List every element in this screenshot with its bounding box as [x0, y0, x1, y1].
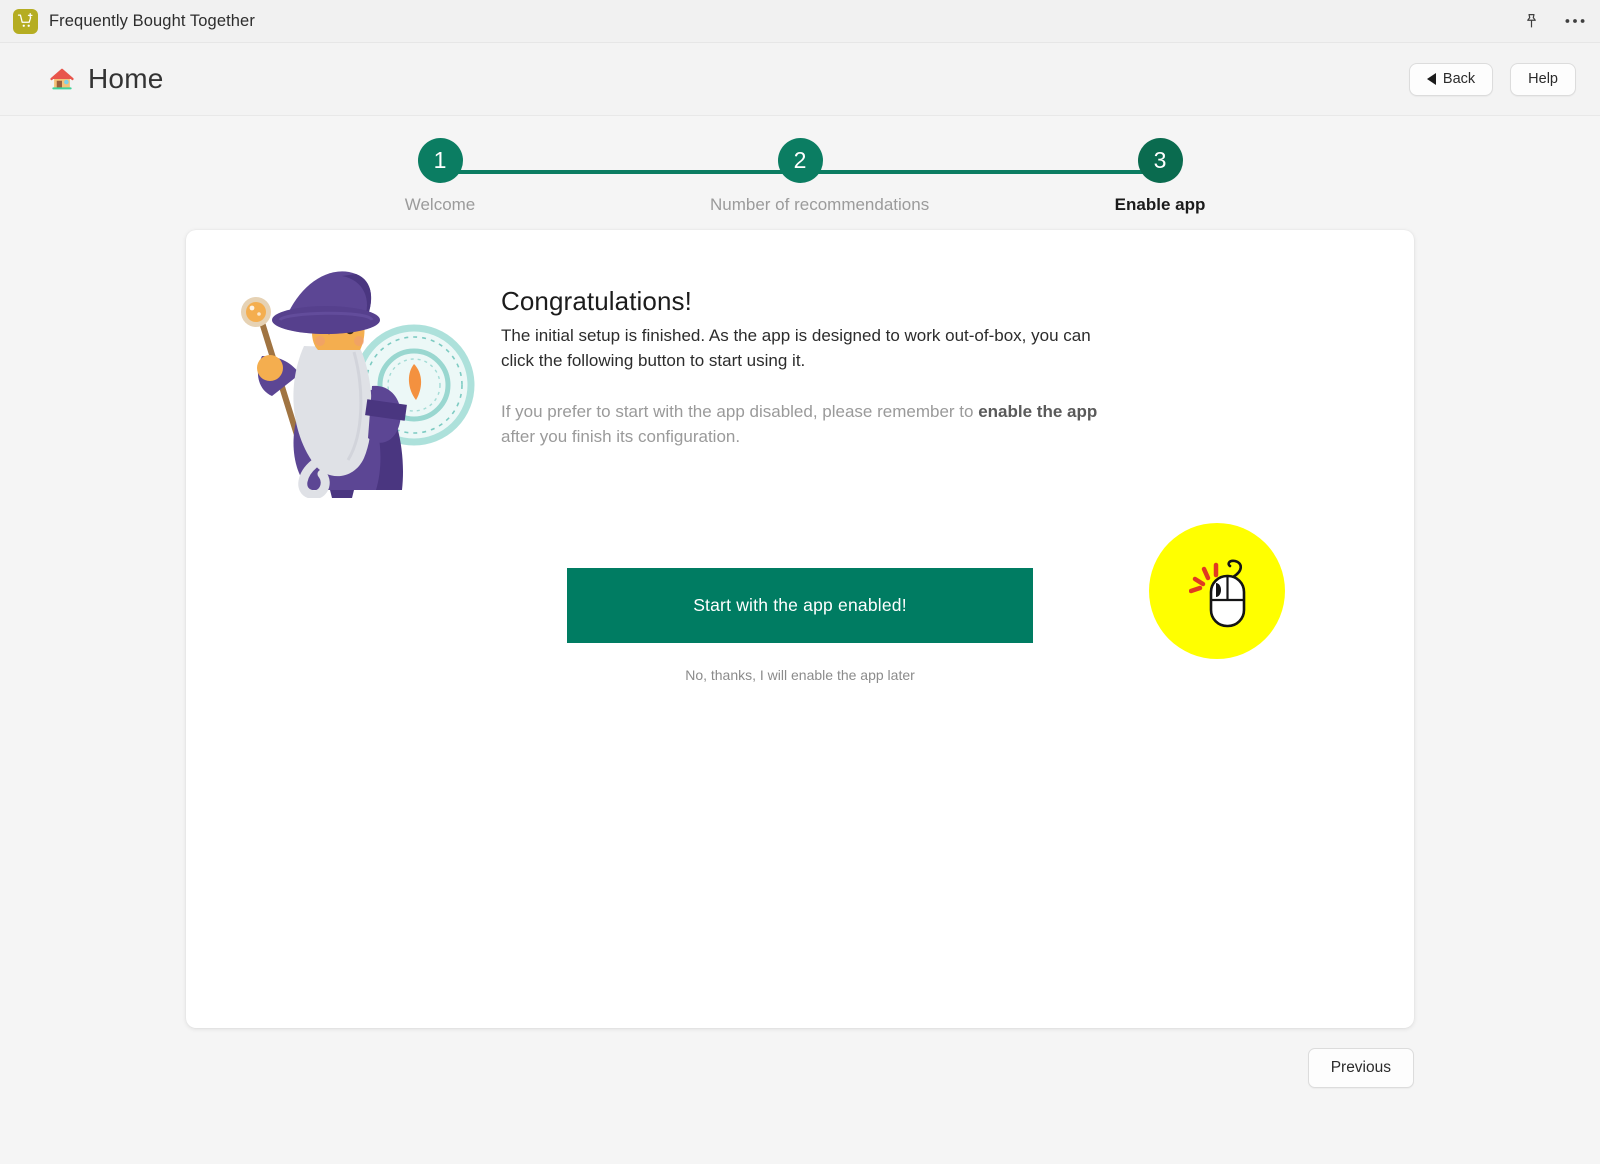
enable-note: If you prefer to start with the app disa…: [501, 400, 1119, 449]
wizard-illustration: [214, 268, 479, 500]
stepper-step-3-label: Enable app: [1114, 195, 1206, 214]
page-title: Home: [88, 63, 164, 94]
setup-card: Congratulations! The initial setup is fi…: [186, 230, 1414, 1028]
wizard-stepper-wrap: 1 Welcome 2 Number of recommendations 3 …: [0, 116, 1600, 230]
stepper-step-3[interactable]: 3 Enable app: [1070, 138, 1250, 215]
house-icon: [48, 65, 76, 93]
help-button[interactable]: Help: [1510, 62, 1576, 96]
congratulations-heading: Congratulations!: [501, 286, 692, 316]
arrow-left-icon: [1426, 73, 1436, 85]
stepper-step-2-label: Number of recommendations: [710, 195, 930, 214]
enable-note-suffix: after you finish its configuration.: [501, 426, 741, 446]
stepper-step-3-number[interactable]: 3: [1137, 138, 1183, 183]
stepper-step-1[interactable]: 1 Welcome: [350, 138, 530, 215]
wizard-stepper: 1 Welcome 2 Number of recommendations 3 …: [350, 138, 1250, 230]
app-title: Frequently Bought Together: [49, 11, 255, 30]
enable-note-emphasis: enable the app: [978, 402, 1098, 422]
pin-icon[interactable]: [1520, 10, 1542, 32]
card-copy: Congratulations! The initial setup is fi…: [479, 260, 1119, 498]
stepper-step-2-number[interactable]: 2: [777, 138, 823, 183]
ellipsis-icon[interactable]: [1564, 10, 1586, 32]
page-header: Home Back Help: [0, 43, 1600, 116]
stepper-step-1-label: Welcome: [404, 195, 476, 214]
header-actions: Back Help: [1408, 62, 1576, 96]
previous-button[interactable]: Previous: [1307, 1048, 1414, 1088]
window-titlebar: Frequently Bought Together: [0, 0, 1600, 43]
stepper-step-2[interactable]: 2 Number of recommendations: [710, 138, 930, 215]
back-button[interactable]: Back: [1408, 62, 1494, 96]
help-button-label: Help: [1528, 71, 1558, 87]
stepper-step-1-number[interactable]: 1: [417, 138, 463, 183]
titlebar-actions: [1520, 10, 1586, 32]
enable-later-link[interactable]: No, thanks, I will enable the app later: [685, 667, 915, 683]
setup-description: The initial setup is finished. As the ap…: [501, 326, 1091, 370]
back-button-label: Back: [1442, 71, 1476, 87]
start-with-app-enabled-button[interactable]: Start with the app enabled!: [567, 568, 1033, 643]
shopping-cart-plus-icon: [13, 8, 38, 34]
card-top-section: Congratulations! The initial setup is fi…: [186, 230, 1414, 500]
cta-zone: Start with the app enabled! No, thanks, …: [186, 568, 1414, 685]
card-footer: Previous: [186, 1048, 1414, 1088]
enable-note-prefix: If you prefer to start with the app disa…: [501, 402, 979, 422]
